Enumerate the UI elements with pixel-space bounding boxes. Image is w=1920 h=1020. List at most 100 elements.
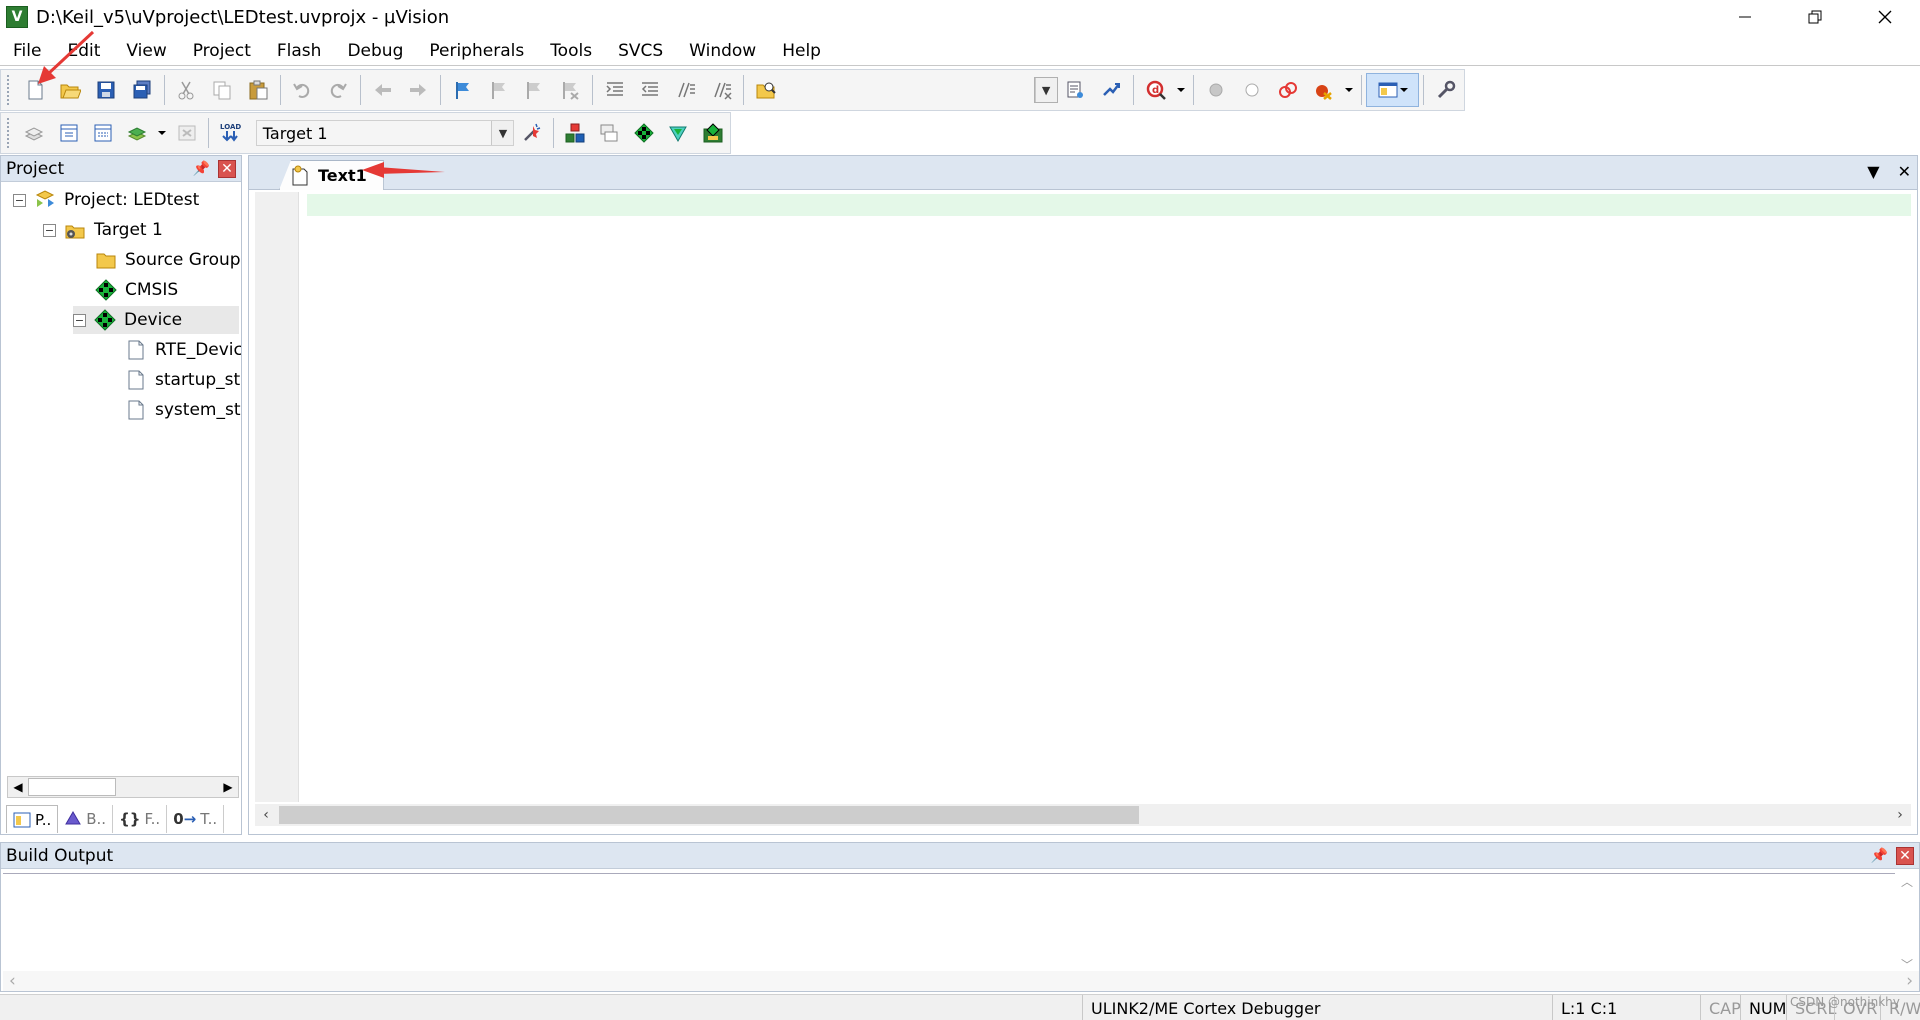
menu-peripherals[interactable]: Peripherals <box>416 36 537 66</box>
paste-icon[interactable] <box>240 73 276 107</box>
navigate-forward-icon[interactable] <box>401 73 437 107</box>
tree-item-file[interactable]: system_st <box>125 396 240 424</box>
chevron-down-icon[interactable] <box>1174 73 1190 107</box>
scroll-thumb[interactable] <box>28 778 116 796</box>
menu-flash[interactable]: Flash <box>264 36 335 66</box>
save-icon[interactable] <box>88 73 124 107</box>
pin-icon[interactable]: 📌 <box>193 161 210 177</box>
translate-icon[interactable] <box>17 116 51 150</box>
chevron-down-icon[interactable] <box>1341 73 1357 107</box>
scroll-left-icon[interactable]: ‹ <box>9 971 16 991</box>
collapse-icon[interactable]: − <box>73 313 86 327</box>
comment-icon[interactable] <box>668 73 704 107</box>
tab-books[interactable]: B.. <box>58 805 114 833</box>
configure-icon[interactable] <box>1428 73 1464 107</box>
insert-breakpoint-icon[interactable] <box>1198 73 1234 107</box>
rebuild-icon[interactable] <box>86 116 120 150</box>
next-bookmark-icon[interactable] <box>516 73 552 107</box>
select-packs-icon[interactable] <box>661 116 695 150</box>
target-options-icon[interactable] <box>514 116 548 150</box>
tree-item-file[interactable]: startup_st <box>125 366 240 394</box>
close-document-icon[interactable]: ✕ <box>1898 162 1911 181</box>
build-icon[interactable] <box>51 116 85 150</box>
target-select[interactable]: Target 1 ▼ <box>255 120 515 146</box>
find-in-files-icon[interactable] <box>748 73 784 107</box>
tab-list-dropdown-icon[interactable]: ▼ <box>1867 162 1879 181</box>
stop-build-icon[interactable] <box>170 116 204 150</box>
tab-templates[interactable]: 0→ T.. <box>167 805 225 833</box>
find-combo[interactable]: ▼ <box>1033 77 1058 103</box>
menu-window[interactable]: Window <box>676 36 769 66</box>
tree-item-file[interactable]: RTE_Devic <box>125 336 241 364</box>
previous-bookmark-icon[interactable] <box>481 73 517 107</box>
manage-project-items-icon[interactable] <box>558 116 592 150</box>
close-button[interactable] <box>1850 0 1920 34</box>
build-vertical-scrollbar[interactable]: ︿ ﹀ <box>1897 873 1917 973</box>
pack-installer-icon[interactable] <box>696 116 730 150</box>
disable-all-breakpoints-icon[interactable] <box>1270 73 1306 107</box>
chevron-down-icon[interactable]: ▼ <box>1034 78 1057 102</box>
manage-rte-icon[interactable] <box>627 116 661 150</box>
scroll-up-icon[interactable]: ︿ <box>1901 873 1913 890</box>
kill-all-breakpoints-icon[interactable] <box>1305 73 1341 107</box>
collapse-icon[interactable]: − <box>13 193 26 207</box>
scroll-thumb[interactable] <box>279 806 1139 824</box>
restore-button[interactable] <box>1780 0 1850 34</box>
clear-bookmarks-icon[interactable] <box>552 73 588 107</box>
menu-debug[interactable]: Debug <box>334 36 416 66</box>
chevron-down-icon[interactable]: ▼ <box>491 121 514 145</box>
save-all-icon[interactable] <box>124 73 160 107</box>
menu-project[interactable]: Project <box>180 36 264 66</box>
scroll-right-icon[interactable]: ▶ <box>218 777 238 797</box>
minimize-button[interactable] <box>1710 0 1780 34</box>
window-layout-button[interactable] <box>1365 73 1420 107</box>
debug-session-icon[interactable] <box>1093 73 1129 107</box>
start-debug-icon[interactable]: d <box>1138 73 1174 107</box>
pin-icon[interactable]: 📌 <box>1871 848 1888 864</box>
toolbar-grip[interactable] <box>7 75 11 105</box>
incremental-find-icon[interactable] <box>1058 73 1094 107</box>
tree-item-target[interactable]: − Target 1 <box>43 216 163 244</box>
editor-horizontal-scrollbar[interactable]: ‹ › <box>255 804 1911 826</box>
scroll-left-icon[interactable]: ‹ <box>255 804 277 826</box>
tree-item-device[interactable]: − Device <box>73 306 239 334</box>
current-line-highlight[interactable] <box>307 194 1911 216</box>
menu-file[interactable]: File <box>0 36 54 66</box>
tab-text1[interactable]: Text1 <box>279 160 384 190</box>
uncomment-icon[interactable] <box>704 73 740 107</box>
open-file-icon[interactable] <box>53 73 89 107</box>
scroll-right-icon[interactable]: › <box>1889 804 1911 826</box>
menu-svcs[interactable]: SVCS <box>605 36 676 66</box>
build-horizontal-scrollbar[interactable]: ‹ › <box>3 971 1919 991</box>
unindent-icon[interactable] <box>632 73 668 107</box>
redo-icon[interactable] <box>320 73 356 107</box>
project-pane-close-button[interactable]: ✕ <box>218 159 236 178</box>
navigate-back-icon[interactable] <box>365 73 401 107</box>
cut-icon[interactable] <box>169 73 205 107</box>
scroll-right-icon[interactable]: › <box>1906 971 1913 991</box>
collapse-icon[interactable]: − <box>43 223 56 237</box>
new-file-icon[interactable] <box>17 73 53 107</box>
undo-icon[interactable] <box>285 73 321 107</box>
menu-tools[interactable]: Tools <box>537 36 605 66</box>
indent-icon[interactable] <box>597 73 633 107</box>
project-horizontal-scrollbar[interactable]: ◀ ▶ <box>7 776 239 798</box>
menu-help[interactable]: Help <box>769 36 834 66</box>
file-extensions-icon[interactable] <box>592 116 626 150</box>
enable-breakpoint-icon[interactable] <box>1234 73 1270 107</box>
tree-item-source-group[interactable]: Source Group <box>95 246 241 274</box>
scroll-left-icon[interactable]: ◀ <box>8 777 28 797</box>
line-number-gutter[interactable] <box>255 192 299 802</box>
tab-functions[interactable]: {} F.. <box>113 805 168 833</box>
tab-project[interactable]: P.. <box>6 805 59 833</box>
menu-view[interactable]: View <box>113 36 179 66</box>
copy-icon[interactable] <box>204 73 240 107</box>
toolbar-grip[interactable] <box>7 118 11 148</box>
download-load-icon[interactable]: LOAD <box>213 116 247 150</box>
menu-edit[interactable]: Edit <box>54 36 113 66</box>
build-output-close-button[interactable]: ✕ <box>1896 846 1914 865</box>
insert-bookmark-icon[interactable] <box>445 73 481 107</box>
uvision-app-icon[interactable]: V <box>6 6 28 28</box>
chevron-down-icon[interactable] <box>155 116 170 150</box>
tree-item-cmsis[interactable]: CMSIS <box>95 276 178 304</box>
